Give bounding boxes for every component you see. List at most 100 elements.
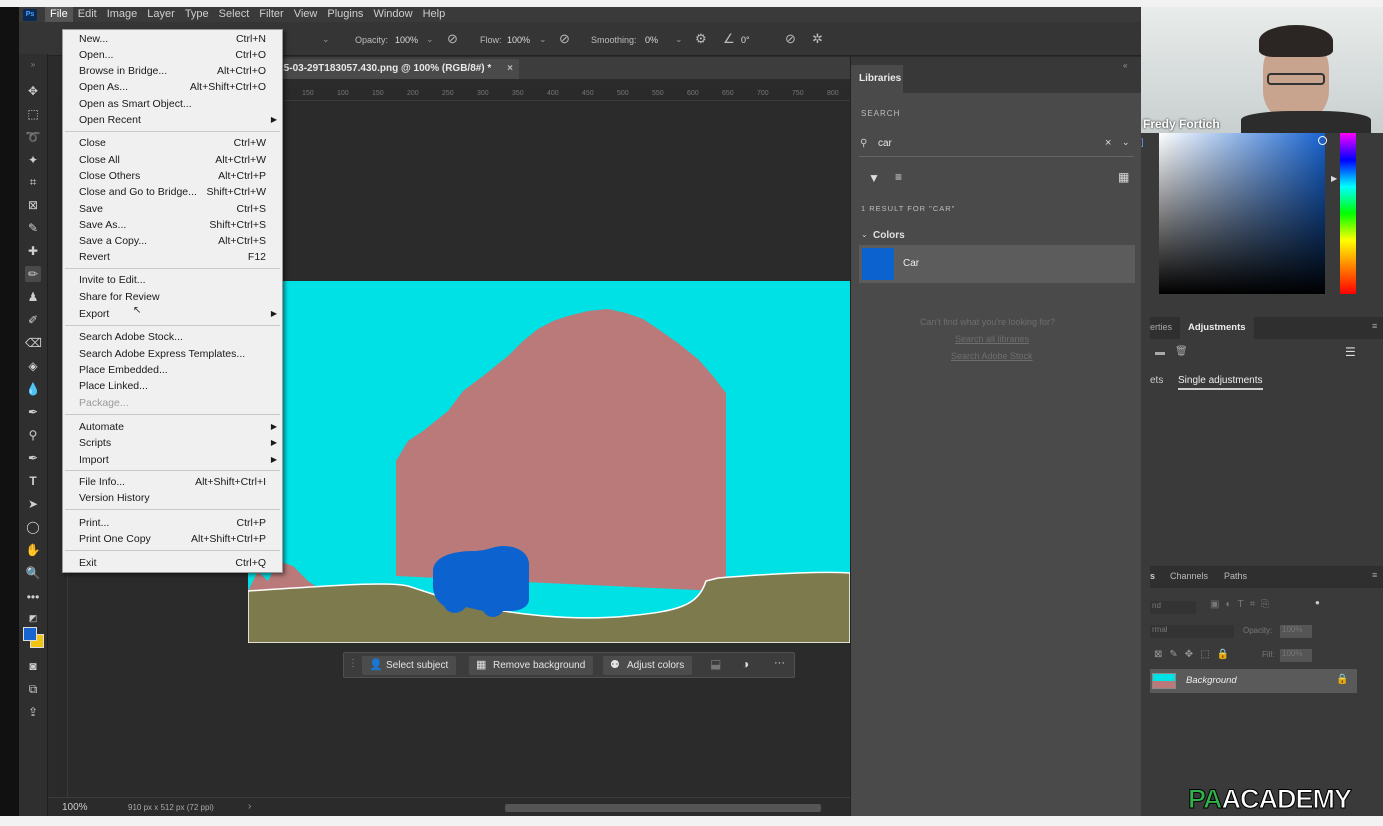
more-options-button[interactable]: ··· (774, 657, 785, 669)
path-selection-tool-icon[interactable]: ➤ (25, 496, 41, 512)
color-picker-handle[interactable] (1318, 136, 1327, 145)
menu-item-search-express-templates[interactable]: Search Adobe Express Templates... (63, 346, 282, 362)
quick-mask-icon[interactable]: ◙ (25, 658, 41, 674)
mask-icon[interactable]: ⬓ (710, 657, 721, 671)
menu-image[interactable]: Image (102, 7, 143, 22)
drag-handle-icon[interactable]: ⋮ (348, 658, 358, 669)
move-tool-icon[interactable]: ✥ (25, 83, 41, 99)
lock-icon[interactable]: 🔒 (1336, 674, 1348, 685)
collapse-panel-icon[interactable]: « (1123, 61, 1127, 70)
menu-item-close[interactable]: Close Ctrl+W (63, 135, 282, 151)
grid-view-icon[interactable]: ▦ (1118, 170, 1129, 184)
color-picker-field[interactable] (1159, 133, 1325, 294)
lock-options-icons[interactable]: ⊠✎✥⬚🔒 (1154, 649, 1236, 660)
menu-item-search-adobe-stock[interactable]: Search Adobe Stock... (63, 329, 282, 345)
library-search-field[interactable]: ⚲ car × ⌄ (859, 131, 1134, 157)
menu-item-save[interactable]: Save Ctrl+S (63, 201, 282, 217)
healing-brush-tool-icon[interactable]: ✚ (25, 243, 41, 259)
menu-item-file-info[interactable]: File Info... Alt+Shift+Ctrl+I (63, 474, 282, 490)
menu-view[interactable]: View (289, 7, 323, 22)
menu-item-share-review[interactable]: Share for Review (63, 289, 282, 305)
hue-marker-icon[interactable]: ▶ (1331, 174, 1337, 183)
trash-icon[interactable]: 🗑 (1175, 346, 1188, 357)
more-tools-icon[interactable]: ••• (25, 589, 41, 605)
menu-item-open-recent[interactable]: Open Recent ▶ (63, 112, 282, 128)
layer-name[interactable]: Background (1186, 675, 1237, 686)
menu-item-save-copy[interactable]: Save a Copy... Alt+Ctrl+S (63, 233, 282, 249)
select-subject-button[interactable]: 👤 Select subject (362, 656, 457, 675)
search-all-libraries-link[interactable]: Search all libraries (955, 334, 1029, 344)
opacity-field[interactable]: 100% (395, 35, 418, 45)
airbrush-icon[interactable]: ⊘ (559, 31, 570, 47)
share-icon[interactable]: ⇪ (25, 704, 41, 720)
menu-item-place-embedded[interactable]: Place Embedded... (63, 362, 282, 378)
library-color-item[interactable]: Car (859, 245, 1135, 283)
paths-tab[interactable]: Paths (1224, 571, 1247, 581)
menu-file[interactable]: File (45, 7, 73, 22)
menu-item-exit[interactable]: Exit Ctrl+Q (63, 555, 282, 571)
channels-tab[interactable]: Channels (1170, 571, 1208, 581)
status-arrow-icon[interactable]: › (248, 801, 251, 812)
menu-plugins[interactable]: Plugins (322, 7, 368, 22)
menu-type[interactable]: Type (180, 7, 214, 22)
presets-tab[interactable]: ets (1150, 375, 1163, 386)
single-adjustments-tab[interactable]: Single adjustments (1178, 375, 1263, 390)
menu-select[interactable]: Select (214, 7, 255, 22)
search-adobe-stock-link[interactable]: Search Adobe Stock (951, 351, 1033, 361)
pressure-size-icon[interactable]: ⊘ (785, 31, 796, 47)
menu-item-close-all[interactable]: Close All Alt+Ctrl+W (63, 152, 282, 168)
menu-item-export[interactable]: Export ▶ (63, 306, 282, 322)
menu-item-open-smart-object[interactable]: Open as Smart Object... (63, 96, 282, 112)
menu-edit[interactable]: Edit (73, 7, 102, 22)
blend-mode-select[interactable]: rmal (1150, 625, 1234, 638)
menu-item-scripts[interactable]: Scripts ▶ (63, 435, 282, 451)
clone-stamp-tool-icon[interactable]: ♟ (25, 289, 41, 305)
foreground-color-swatch[interactable] (23, 627, 37, 641)
opacity-chevron-icon[interactable]: ⌄ (426, 34, 434, 45)
dodge-tool-icon[interactable]: ✒ (25, 404, 41, 420)
eyedropper-tool-icon[interactable]: ✎ (25, 220, 41, 236)
hue-slider[interactable] (1340, 133, 1356, 294)
pen-tool-icon[interactable]: ✒ (25, 450, 41, 466)
sort-icon[interactable]: ≡ (895, 170, 902, 184)
marquee-tool-icon[interactable]: ⬚ (25, 106, 41, 122)
smoothing-field[interactable]: 0% (645, 35, 658, 45)
flow-chevron-icon[interactable]: ⌄ (539, 34, 547, 45)
menu-item-save-as[interactable]: Save As... Shift+Ctrl+S (63, 217, 282, 233)
filter-icon[interactable]: ▼ (868, 171, 880, 185)
menu-item-open[interactable]: Open... Ctrl+O (63, 47, 282, 63)
layers-tab[interactable]: s (1150, 571, 1155, 581)
object-selection-tool-icon[interactable]: ✦ (25, 152, 41, 168)
menu-item-browse-bridge[interactable]: Browse in Bridge... Alt+Ctrl+O (63, 63, 282, 79)
smoothing-chevron-icon[interactable]: ⌄ (675, 34, 683, 45)
search-tool-icon[interactable]: ⚲ (25, 427, 41, 443)
ellipse-tool-icon[interactable]: ◯ (25, 519, 41, 535)
menu-item-import[interactable]: Import ▶ (63, 452, 282, 468)
menu-item-place-linked[interactable]: Place Linked... (63, 378, 282, 394)
layer-row-background[interactable]: Background 🔒 (1150, 669, 1357, 693)
collapse-arrows-icon[interactable]: » (25, 57, 41, 73)
panel-menu-icon[interactable]: ≡ (1372, 321, 1377, 331)
zoom-level[interactable]: 100% (62, 802, 88, 813)
menu-item-new[interactable]: New... Ctrl+N (63, 31, 282, 47)
layer-filter-icons[interactable]: ▣◐T⌗⎘ (1210, 599, 1275, 610)
layers-menu-icon[interactable]: ≡ (1372, 570, 1377, 580)
folder-icon[interactable]: ▬ (1155, 347, 1165, 358)
menu-item-invite-edit[interactable]: Invite to Edit... (63, 272, 282, 288)
menu-item-version-history[interactable]: Version History (63, 490, 282, 506)
document-canvas[interactable] (248, 281, 850, 643)
zoom-tool-icon[interactable]: 🔍 (25, 565, 41, 581)
frame-tool-icon[interactable]: ⊠ (25, 197, 41, 213)
angle-field[interactable]: 0° (741, 35, 750, 45)
menu-help[interactable]: Help (418, 7, 451, 22)
horizontal-scrollbar[interactable] (505, 804, 821, 812)
eraser-tool-icon[interactable]: ⌫ (25, 335, 42, 351)
lasso-tool-icon[interactable]: ➰ (25, 129, 41, 145)
search-input[interactable]: car (878, 138, 892, 149)
crop-tool-icon[interactable]: ⌗ (25, 174, 41, 190)
layer-fill-field[interactable]: 100% (1280, 649, 1312, 662)
layer-opacity-field[interactable]: 100% (1280, 625, 1312, 638)
menu-item-automate[interactable]: Automate ▶ (63, 419, 282, 435)
brush-mode-chevron-icon[interactable]: ⌄ (322, 34, 330, 45)
menu-item-revert[interactable]: Revert F12 (63, 249, 282, 265)
